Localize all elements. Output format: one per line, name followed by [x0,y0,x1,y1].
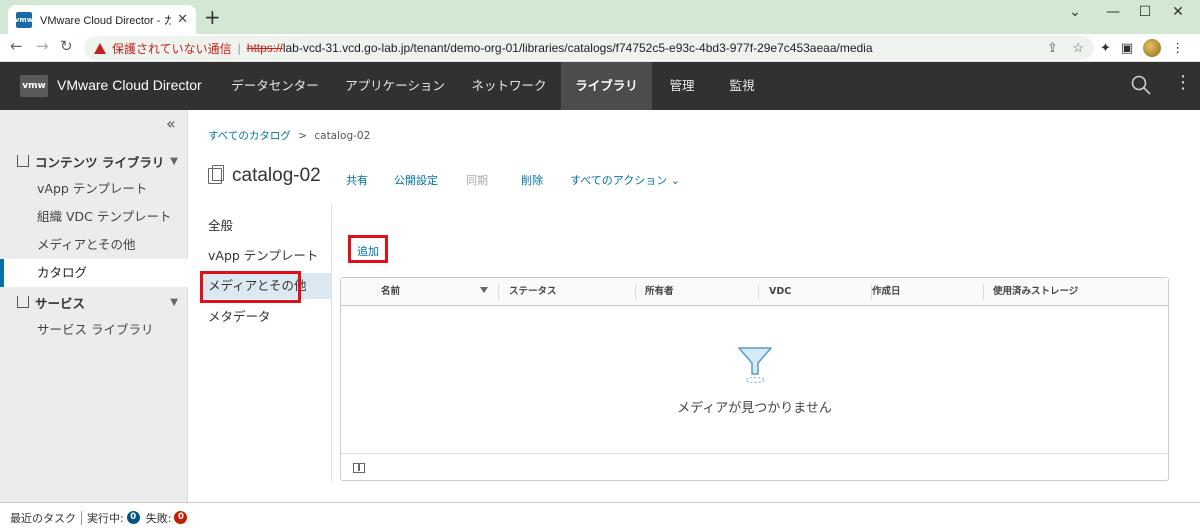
datagrid-footer [341,453,1168,481]
browser-tab[interactable]: vmw VMware Cloud Director - カタログ ✕ [8,5,196,34]
page-title: catalog-02 [232,165,321,186]
recent-tasks-bar: 最近のタスク 実行中: 0 失敗: 0 [0,502,1200,532]
sidebar-item-media[interactable]: メディアとその他 [0,231,188,259]
column-status[interactable]: ステータス [499,278,629,306]
nav-libraries[interactable]: ライブラリ [561,62,652,110]
nav-applications[interactable]: アプリケーション [335,62,455,110]
empty-message: メディアが見つかりません [677,401,832,416]
vmware-logo: vmw [20,75,48,97]
warning-triangle-icon [94,42,106,54]
reload-icon[interactable]: ↻ [60,37,73,55]
new-tab-icon[interactable]: + [204,7,221,27]
insecure-warning[interactable]: 保護されていない通信 [112,40,232,57]
failed-label: 失敗: [145,511,172,525]
share-icon[interactable]: ⇪ [1047,40,1058,55]
library-icon [17,155,29,167]
chevron-down-icon: ▼ [170,296,178,308]
tab-title: VMware Cloud Director - カタログ [40,14,172,27]
url-scheme: https:// [246,41,283,55]
sidebar-section-content-library[interactable]: コンテンツ ライブラリ ▼ [0,147,188,175]
more-options-icon[interactable]: ⋮ [1174,74,1192,92]
nav-monitor[interactable]: 監視 [712,62,772,110]
breadcrumb: すべてのカタログ > catalog-02 [208,130,371,142]
column-storage-used[interactable]: 使用済みストレージ [983,278,1163,306]
add-media-button[interactable]: 追加 [357,243,379,259]
browser-menu-icon[interactable]: ⋮ [1171,41,1184,56]
browser-titlebar: vmw VMware Cloud Director - カタログ ✕ + ⌄ —… [0,0,1200,34]
extensions-puzzle-icon[interactable]: ✦ [1100,41,1111,56]
subnav-media[interactable]: メディアとその他 [200,273,331,299]
share-button[interactable]: 共有 [346,172,368,188]
datagrid-header: 名前 ステータス 所有者 VDC 作成日 使用済みストレージ [341,278,1168,306]
catalog-icon [208,165,224,184]
profile-avatar[interactable] [1143,39,1162,57]
tab-search-chevron-icon[interactable]: ⌄ [1060,4,1090,20]
search-icon[interactable] [1131,75,1151,95]
forward-arrow-icon[interactable]: → [36,37,49,55]
subnav-general[interactable]: 全般 [200,213,331,239]
publish-settings-button[interactable]: 公開設定 [394,172,438,188]
media-datagrid: 名前 ステータス 所有者 VDC 作成日 使用済みストレージ メディアが見つかり… [340,277,1169,481]
maximize-icon[interactable]: ☐ [1130,4,1160,20]
column-owner[interactable]: 所有者 [635,278,755,306]
nav-datacenter[interactable]: データセンター [220,62,330,110]
vmware-favicon-icon: vmw [15,11,33,28]
subnav-metadata[interactable]: メタデータ [200,304,331,330]
chevron-down-icon: ▼ [170,155,178,167]
breadcrumb-current: catalog-02 [314,130,371,142]
sidebar-item-vapp-templates[interactable]: vApp テンプレート [0,175,188,203]
filter-icon[interactable] [480,287,488,293]
recent-tasks-toggle[interactable]: 最近のタスク [10,510,76,526]
running-count-badge: 0 [126,511,140,524]
browser-toolbar: ← → ↻ 保護されていない通信 | https:// lab-vcd-31.v… [0,34,1200,62]
address-bar[interactable]: 保護されていない通信 | https:// lab-vcd-31.vcd.go-… [84,36,1094,60]
column-toggle-icon[interactable] [353,463,365,473]
sidebar-item-vdc-templates[interactable]: 組織 VDC テンプレート [0,203,188,231]
tab-close-icon[interactable]: ✕ [177,12,188,27]
side-panel-icon[interactable]: ▣ [1121,41,1133,56]
subnav-vapp-templates[interactable]: vApp テンプレート [200,243,331,269]
sync-button[interactable]: 同期 [466,172,488,188]
breadcrumb-all-catalogs[interactable]: すべてのカタログ [208,130,291,142]
running-label: 実行中: [87,511,124,525]
library-icon [17,296,29,308]
nav-administration[interactable]: 管理 [656,62,708,110]
collapse-sidebar-icon[interactable]: « [166,114,176,133]
empty-funnel-icon [737,347,772,383]
back-arrow-icon[interactable]: ← [10,37,23,55]
minimize-icon[interactable]: — [1098,4,1128,20]
app-brand: VMware Cloud Director [57,77,202,93]
url-text: lab-vcd-31.vcd.go-lab.jp/tenant/demo-org… [282,41,873,55]
column-created[interactable]: 作成日 [862,278,982,306]
delete-button[interactable]: 削除 [521,172,543,188]
column-vdc[interactable]: VDC [759,278,869,306]
left-sidebar: « コンテンツ ライブラリ ▼ vApp テンプレート 組織 VDC テンプレー… [0,110,188,502]
nav-network[interactable]: ネットワーク [460,62,558,110]
sidebar-item-catalogs[interactable]: カタログ [0,259,188,287]
close-window-icon[interactable]: ✕ [1163,4,1193,20]
empty-state: メディアが見つかりません [341,344,1168,416]
app-header: vmw VMware Cloud Director データセンター アプリケーシ… [0,62,1200,110]
sidebar-item-service-library[interactable]: サービス ライブラリ [0,316,188,344]
sidebar-section-services[interactable]: サービス ▼ [0,288,188,316]
all-actions-dropdown[interactable]: すべてのアクション ⌄ [570,172,680,188]
failed-count-badge: 0 [174,511,188,524]
bookmark-star-icon[interactable]: ☆ [1072,40,1084,55]
